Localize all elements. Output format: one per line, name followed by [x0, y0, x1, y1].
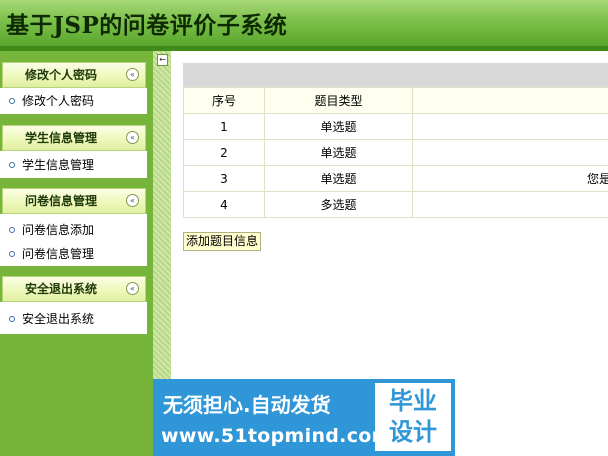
sidebar-section-password[interactable]: 修改个人密码 « [2, 62, 146, 88]
collapse-sidebar-icon[interactable]: ← [157, 54, 168, 66]
bullet-icon [9, 162, 15, 168]
table-header-row: 序号 题目类型 [183, 87, 608, 114]
sidebar-section-body: 安全退出系统 [0, 302, 147, 334]
sidebar-item-label: 问卷信息管理 [22, 247, 95, 261]
column-header-content [412, 87, 608, 114]
app-header: 基于JSP的问卷评价子系统 [0, 0, 608, 46]
sidebar-item-label: 学生信息管理 [22, 158, 95, 172]
table-row: 4 多选题 [183, 191, 608, 218]
collapse-icon[interactable]: « [126, 194, 139, 207]
sidebar-item-label: 安全退出系统 [22, 312, 95, 326]
table-row: 3 单选题 您是否 [183, 165, 608, 192]
table-row: 1 单选题 [183, 113, 608, 140]
section-title: 问卷信息管理 [24, 194, 97, 208]
watermark-banner: 无须担心.自动发货 www.51topmind.com 毕业 设计 [153, 379, 455, 456]
sidebar-item-label: 修改个人密码 [22, 94, 95, 108]
watermark-url: www.51topmind.com [161, 425, 392, 447]
column-header-no: 序号 [183, 87, 265, 114]
cell-no: 3 [183, 165, 265, 192]
content-toolbar [183, 63, 608, 87]
cell-no: 1 [183, 113, 265, 140]
sidebar-item-change-password[interactable]: 修改个人密码 [0, 90, 147, 112]
collapse-icon[interactable]: « [126, 282, 139, 295]
section-title: 修改个人密码 [24, 68, 97, 82]
sidebar-section-body: 问卷信息添加 问卷信息管理 [0, 214, 147, 266]
bullet-icon [9, 251, 15, 257]
collapse-icon[interactable]: « [126, 68, 139, 81]
cell-content: 一 [412, 139, 608, 166]
cell-content: 您是否 [412, 165, 608, 192]
add-question-button[interactable]: 添加题目信息 [183, 232, 262, 251]
cell-content [412, 191, 608, 218]
bullet-icon [9, 316, 15, 322]
sidebar-section-logout[interactable]: 安全退出系统 « [2, 276, 146, 302]
sidebar-item-add-questionnaire[interactable]: 问卷信息添加 [0, 219, 147, 241]
section-title: 学生信息管理 [24, 131, 97, 145]
bullet-icon [9, 227, 15, 233]
sidebar-section-body: 学生信息管理 [0, 151, 147, 178]
watermark-slogan: 无须担心.自动发货 [163, 393, 331, 417]
watermark-badge: 毕业 设计 [375, 383, 451, 451]
table-row: 2 单选题 一 [183, 139, 608, 166]
sidebar-item-manage-questionnaire[interactable]: 问卷信息管理 [0, 243, 147, 265]
app-title: 基于JSP的问卷评价子系统 [6, 12, 288, 39]
section-title: 安全退出系统 [24, 282, 97, 296]
watermark-badge-bottom: 设计 [389, 418, 437, 446]
collapse-icon[interactable]: « [126, 131, 139, 144]
sidebar-section-students[interactable]: 学生信息管理 « [2, 125, 146, 151]
cell-type: 多选题 [264, 191, 413, 218]
bullet-icon [9, 98, 15, 104]
sidebar: 修改个人密码 « 修改个人密码 学生信息管理 « 学生信息管理 问卷信息管理 «… [0, 51, 153, 456]
sidebar-section-body: 修改个人密码 [0, 88, 147, 114]
cell-no: 2 [183, 139, 265, 166]
cell-type: 单选题 [264, 165, 413, 192]
sidebar-section-questionnaire[interactable]: 问卷信息管理 « [2, 188, 146, 214]
column-header-type: 题目类型 [264, 87, 413, 114]
sidebar-item-label: 问卷信息添加 [22, 223, 95, 237]
cell-type: 单选题 [264, 139, 413, 166]
question-table: 序号 题目类型 1 单选题 2 单选题 一 3 单选题 您是否 4 多选题 [183, 87, 608, 218]
cell-no: 4 [183, 191, 265, 218]
watermark-badge-top: 毕业 [389, 387, 437, 415]
cell-type: 单选题 [264, 113, 413, 140]
sidebar-item-logout[interactable]: 安全退出系统 [0, 308, 147, 330]
cell-content [412, 113, 608, 140]
sidebar-item-student-management[interactable]: 学生信息管理 [0, 154, 147, 176]
